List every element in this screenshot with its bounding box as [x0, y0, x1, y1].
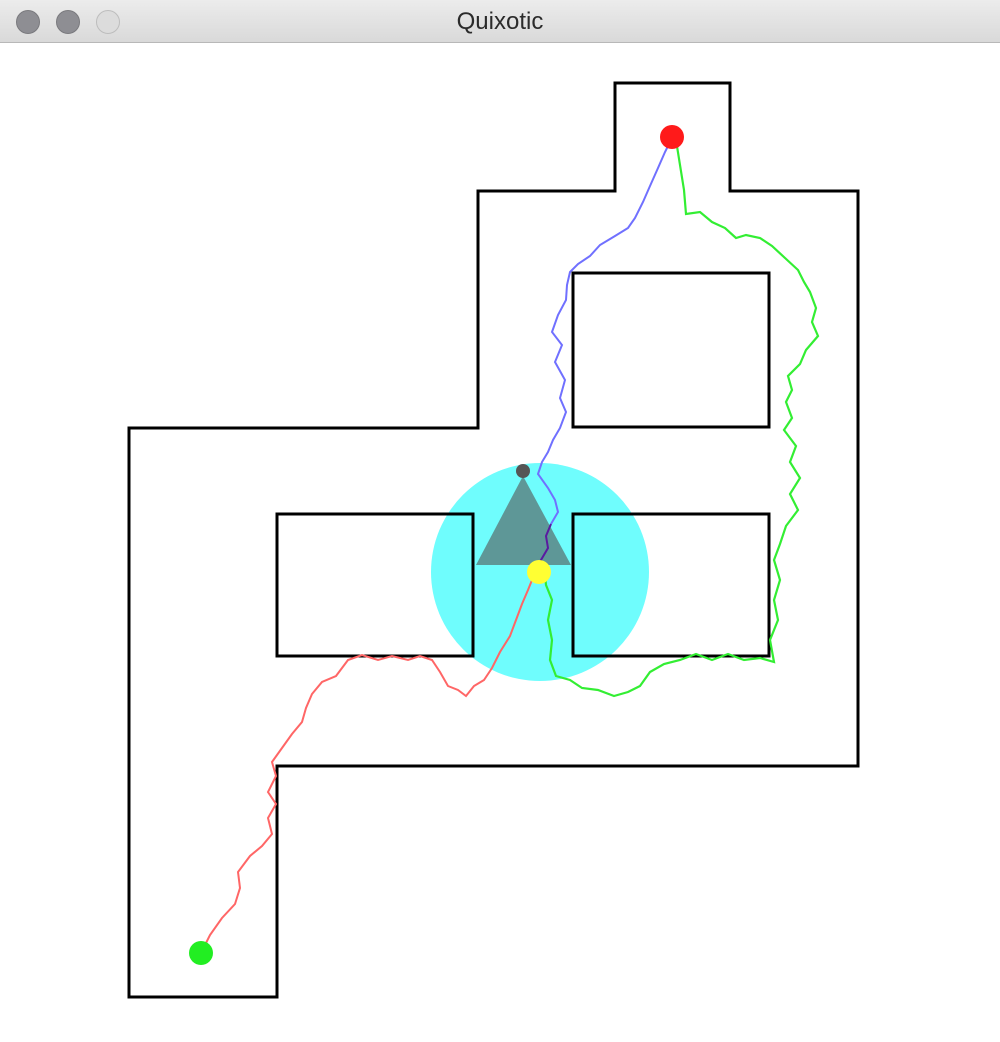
obstacle-top-right [571, 271, 771, 429]
simulation-canvas[interactable] [0, 43, 1000, 1042]
start-marker[interactable] [189, 941, 213, 965]
robot-sensor-tip [516, 464, 530, 478]
title-bar[interactable]: Quixotic [0, 0, 1000, 43]
goal-marker[interactable] [660, 125, 684, 149]
window-title: Quixotic [456, 8, 544, 35]
app-window: Quixotic [0, 0, 1000, 1042]
robot-position-marker[interactable] [527, 560, 551, 584]
